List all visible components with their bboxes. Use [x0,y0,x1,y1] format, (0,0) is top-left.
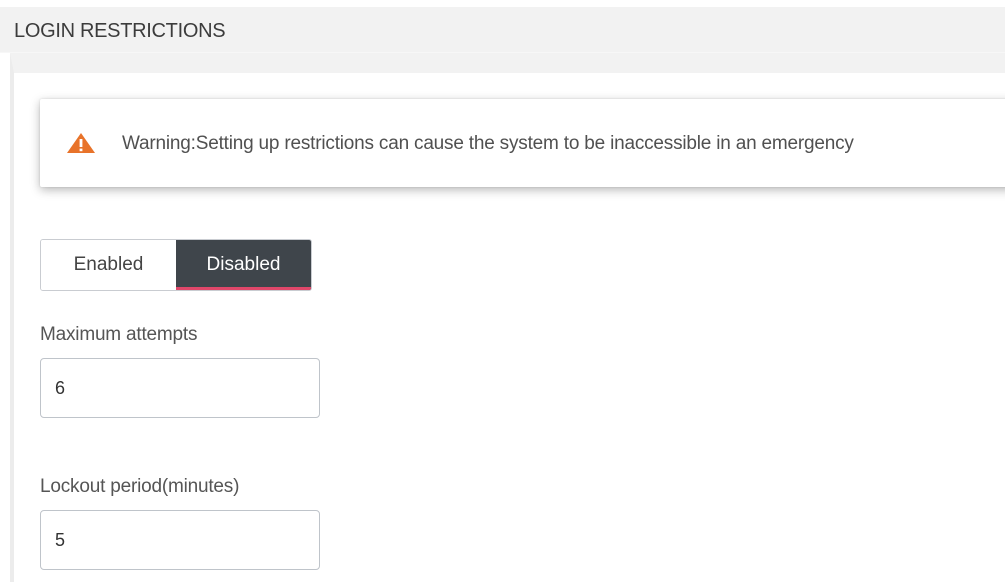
section-title: LOGIN RESTRICTIONS [14,20,226,42]
login-restrictions-page: LOGIN RESTRICTIONS Warning:Setting up re… [0,0,1005,582]
lockout-period-input[interactable] [40,510,320,570]
lockout-period-label: Lockout period(minutes) [40,476,240,497]
max-attempts-label: Maximum attempts [40,324,198,345]
warning-banner: Warning:Setting up restrictions can caus… [40,99,1005,187]
max-attempts-input[interactable] [40,358,320,418]
warning-triangle-icon [67,133,95,153]
status-toggle-group: Enabled Disabled [40,239,312,291]
enabled-toggle-button[interactable]: Enabled [41,240,176,290]
section-header: LOGIN RESTRICTIONS [0,7,1005,53]
disabled-toggle-button[interactable]: Disabled [176,240,311,290]
warning-text: Warning:Setting up restrictions can caus… [122,133,854,154]
